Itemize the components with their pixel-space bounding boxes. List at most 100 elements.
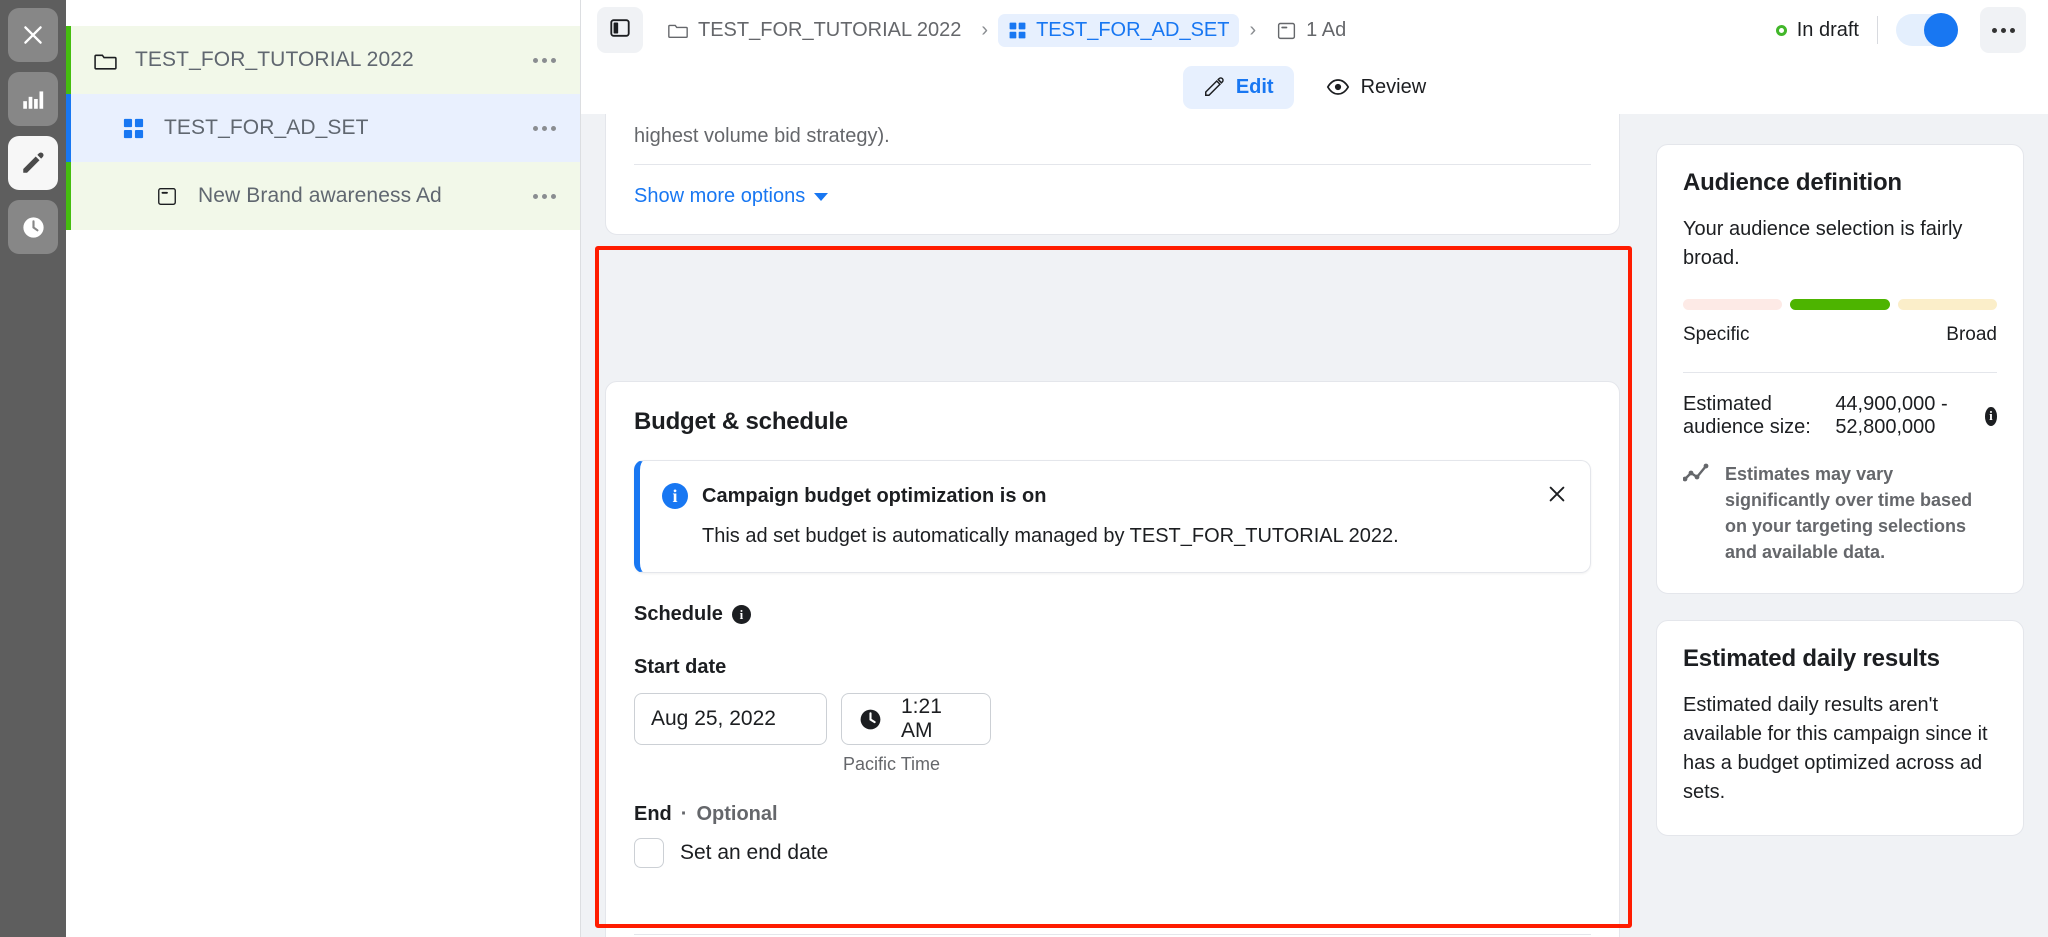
divider <box>634 164 1591 165</box>
insights-column: Audience definition Your audience select… <box>1644 114 2048 937</box>
info-icon[interactable]: i <box>1985 407 1997 426</box>
trend-line-icon <box>1683 461 1711 485</box>
panel-toggle-button[interactable] <box>597 7 643 53</box>
pencil-icon <box>20 150 46 176</box>
campaign-tree-sidebar: TEST_FOR_TUTORIAL 2022 TEST_FOR_AD_SET <box>66 0 581 937</box>
estimate-label: Estimated audience size: <box>1683 393 1825 439</box>
end-separator: · <box>681 803 688 826</box>
banner-close-button[interactable] <box>1542 479 1572 509</box>
breadcrumb-item-ads[interactable]: 1 Ad <box>1266 14 1356 47</box>
close-icon <box>1546 483 1568 505</box>
adset-grid-icon <box>1008 21 1027 40</box>
status-edge-green <box>66 26 71 94</box>
sidebar-item-ad[interactable]: New Brand awareness Ad <box>66 162 580 230</box>
ad-card-icon <box>1276 20 1297 41</box>
edit-review-tabs: Edit Review <box>581 60 2048 114</box>
budget-schedule-card: Budget & schedule i Campaign budget opti… <box>605 381 1620 937</box>
start-date-input[interactable]: Aug 25, 2022 <box>634 693 827 745</box>
estimated-daily-results-body: Estimated daily results aren't available… <box>1683 691 1997 807</box>
banner-body: This ad set budget is automatically mana… <box>662 525 1566 548</box>
tab-review[interactable]: Review <box>1306 65 1447 109</box>
status-badge: In draft <box>1776 19 1877 42</box>
divider <box>1877 16 1878 44</box>
status-label: In draft <box>1797 19 1859 42</box>
meter-segment-middle <box>1790 299 1889 310</box>
rail-edit-button[interactable] <box>8 136 58 190</box>
set-end-date-label: Set an end date <box>680 841 828 865</box>
divider <box>634 934 1591 935</box>
audience-definition-card: Audience definition Your audience select… <box>1656 144 2024 594</box>
audience-definition-title: Audience definition <box>1683 169 1997 197</box>
breadcrumb: TEST_FOR_TUTORIAL 2022 › TEST_FOR_AD_SET <box>657 14 1776 47</box>
cbo-info-banner: i Campaign budget optimization is on Thi… <box>634 460 1591 573</box>
activation-toggle[interactable] <box>1896 14 1958 46</box>
breadcrumb-label: 1 Ad <box>1306 19 1346 42</box>
meter-label-broad: Broad <box>1946 324 1997 346</box>
info-icon[interactable]: i <box>732 605 751 624</box>
sidebar-item-label: TEST_FOR_AD_SET <box>164 116 524 140</box>
meter-label-specific: Specific <box>1683 324 1750 346</box>
audience-summary: Your audience selection is fairly broad. <box>1683 215 1997 273</box>
sidebar-item-adset[interactable]: TEST_FOR_AD_SET <box>66 94 580 162</box>
icon-rail <box>0 0 66 937</box>
status-dot-icon <box>1776 25 1787 36</box>
clock-icon <box>858 707 883 732</box>
toggle-knob <box>1924 13 1958 47</box>
schedule-label-text: Schedule <box>634 603 723 626</box>
meter-segment-broad <box>1898 299 1997 310</box>
form-column: highest volume bid strategy). Show more … <box>581 114 1644 937</box>
breadcrumb-separator: › <box>1239 19 1266 42</box>
estimated-daily-results-card: Estimated daily results Estimated daily … <box>1656 620 2024 836</box>
banner-header: i Campaign budget optimization is on <box>662 483 1566 509</box>
content-scroll-area[interactable]: highest volume bid strategy). Show more … <box>581 114 2048 937</box>
breadcrumb-separator: › <box>971 19 998 42</box>
set-end-date-checkbox[interactable] <box>634 838 664 868</box>
chevron-down-icon <box>814 193 828 201</box>
adset-grid-icon <box>122 117 150 140</box>
show-more-options-link-top[interactable]: Show more options <box>634 185 828 208</box>
top-bar: TEST_FOR_TUTORIAL 2022 › TEST_FOR_AD_SET <box>581 0 2048 60</box>
breadcrumb-label: TEST_FOR_TUTORIAL 2022 <box>698 19 961 42</box>
clipped-body-text: highest volume bid strategy). <box>634 114 1591 148</box>
status-edge-green <box>66 162 71 230</box>
sidebar-row-menu-button[interactable] <box>524 182 564 210</box>
rail-history-button[interactable] <box>8 200 58 254</box>
folder-icon <box>667 19 689 41</box>
breadcrumb-item-campaign[interactable]: TEST_FOR_TUTORIAL 2022 <box>657 14 971 47</box>
schedule-label: Schedule i <box>634 603 1591 626</box>
start-date-label: Start date <box>634 656 1591 679</box>
breadcrumb-item-adset[interactable]: TEST_FOR_AD_SET <box>998 14 1239 47</box>
end-date-label: End · Optional <box>634 803 1591 826</box>
banner-title: Campaign budget optimization is on <box>702 485 1046 508</box>
sidebar-row-menu-button[interactable] <box>524 46 564 74</box>
top-more-button[interactable] <box>1980 7 2026 53</box>
ad-card-icon <box>156 185 184 207</box>
set-end-date-row[interactable]: Set an end date <box>634 838 1591 868</box>
eye-icon <box>1326 75 1350 99</box>
start-time-input[interactable]: 1:21 AM <box>841 693 991 745</box>
bid-strategy-card: highest volume bid strategy). Show more … <box>605 114 1620 235</box>
variance-text: Estimates may vary significantly over ti… <box>1725 461 1997 565</box>
end-label-text: End <box>634 803 672 826</box>
budget-schedule-title: Budget & schedule <box>634 408 1591 436</box>
tab-label: Edit <box>1236 76 1274 99</box>
info-icon: i <box>662 483 688 509</box>
close-icon <box>20 22 46 48</box>
start-time-value: 1:21 AM <box>901 695 974 743</box>
clock-icon <box>20 214 47 241</box>
start-date-value: Aug 25, 2022 <box>651 707 776 731</box>
status-area: In draft <box>1776 7 2026 53</box>
tab-edit[interactable]: Edit <box>1183 66 1294 109</box>
main-area: TEST_FOR_TUTORIAL 2022 › TEST_FOR_AD_SET <box>581 0 2048 937</box>
sidebar-item-campaign[interactable]: TEST_FOR_TUTORIAL 2022 <box>66 26 580 94</box>
rail-reporting-button[interactable] <box>8 72 58 126</box>
divider <box>1683 372 1997 373</box>
tab-label: Review <box>1361 76 1427 99</box>
rail-close-button[interactable] <box>8 8 58 62</box>
start-datetime-row: Aug 25, 2022 1:21 AM <box>634 693 1591 745</box>
sidebar-item-label: New Brand awareness Ad <box>198 184 524 208</box>
audience-breadth-meter <box>1683 299 1997 310</box>
show-more-options-label: Show more options <box>634 185 805 208</box>
sidebar-row-menu-button[interactable] <box>524 114 564 142</box>
pencil-icon <box>1203 76 1225 98</box>
